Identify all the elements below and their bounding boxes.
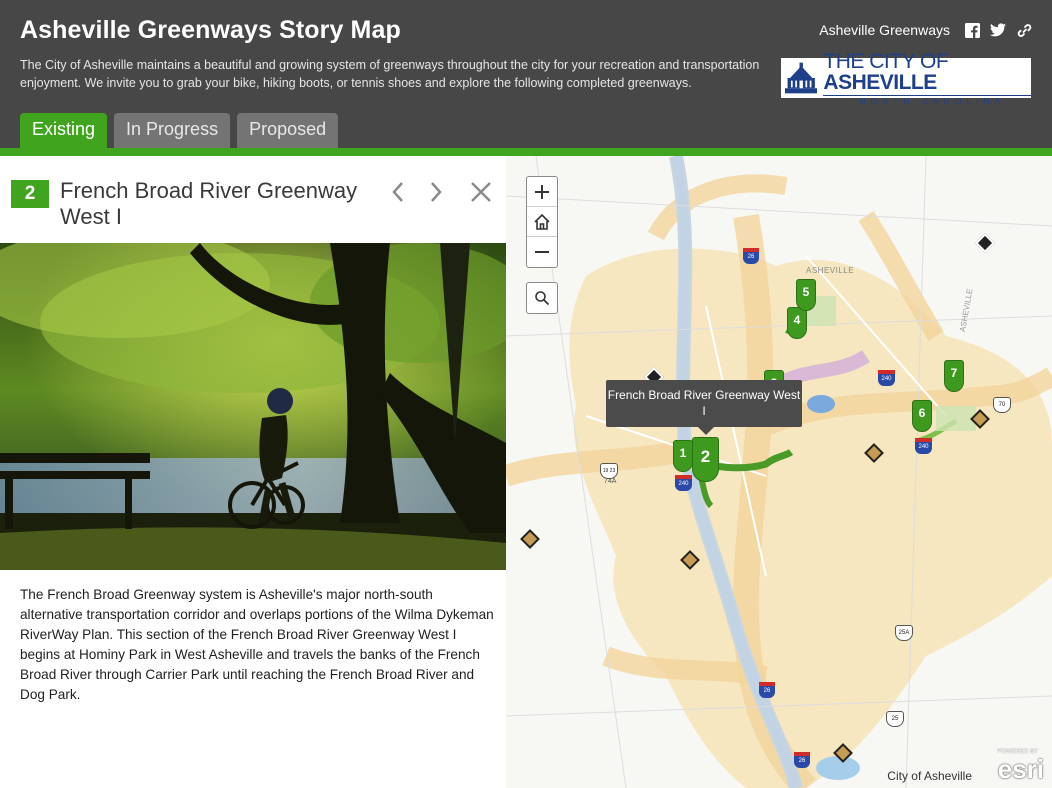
greenway-marker-1[interactable]: 1	[673, 440, 693, 472]
link-icon[interactable]	[1016, 22, 1032, 38]
shield-label: 240	[918, 444, 929, 450]
city-logo[interactable]: THE CITY OF ASHEVILLE NORTH CAROLINA	[781, 51, 1031, 105]
interstate-shield: 26	[794, 752, 810, 768]
map-view[interactable]: ASHEVILLE ASHEVILLE 26 240 240 240 26 26…	[506, 156, 1052, 788]
shield-label: 25	[891, 716, 899, 722]
map-tooltip: French Broad River Greenway West I	[606, 380, 802, 435]
search-icon	[535, 291, 550, 306]
greenway-marker-4[interactable]: 4	[787, 307, 807, 339]
twitter-icon[interactable]	[990, 22, 1006, 38]
previous-button[interactable]	[385, 178, 411, 206]
share-label: Asheville Greenways	[819, 22, 950, 38]
share-bar: Asheville Greenways	[819, 22, 1032, 38]
next-button[interactable]	[423, 178, 449, 206]
shield-label: 25A	[898, 630, 910, 636]
chevron-left-icon	[392, 182, 403, 202]
shield-label: 26	[747, 254, 755, 260]
greenway-number-badge: 2	[11, 180, 49, 208]
esri-logo[interactable]: esri	[998, 756, 1044, 782]
details-panel: 2 French Broad River Greenway West I The…	[0, 156, 506, 788]
logo-wordmark: THE CITY OF ASHEVILLE	[823, 51, 1031, 93]
minus-icon	[535, 251, 549, 253]
marker-label: 4	[793, 313, 801, 327]
basemap	[506, 156, 1052, 788]
shield-label: 70	[998, 402, 1006, 408]
marker-label: 5	[802, 285, 810, 299]
city-hall-icon	[785, 62, 818, 94]
marker-label: 6	[918, 406, 926, 420]
zoom-control	[526, 176, 558, 268]
interstate-shield: 240	[675, 475, 692, 491]
plus-icon	[535, 184, 549, 199]
tab-existing[interactable]: Existing	[20, 113, 108, 148]
shield-label: 19 23	[602, 468, 616, 474]
marker-label: 1	[679, 446, 687, 460]
marker-label: 2	[700, 447, 711, 466]
app-header: Asheville Greenways Story Map The City o…	[0, 0, 1052, 148]
us-route-shield: 19 23	[600, 463, 618, 479]
interstate-shield: 26	[743, 248, 759, 264]
home-icon	[534, 213, 550, 230]
shield-label: 26	[763, 688, 771, 694]
greenway-marker-5[interactable]: 5	[796, 279, 816, 311]
shield-label: 240	[678, 481, 689, 487]
greenway-marker-6[interactable]: 6	[912, 400, 932, 432]
map-city-label: ASHEVILLE	[806, 266, 855, 275]
accent-bar	[0, 148, 1052, 156]
greenway-description: The French Broad Greenway system is Ashe…	[20, 587, 494, 702]
map-attribution: City of Asheville	[887, 769, 972, 783]
us-route-shield: 70	[993, 397, 1011, 413]
close-icon	[471, 182, 491, 202]
zoom-out-button[interactable]	[527, 237, 557, 267]
tab-proposed[interactable]: Proposed	[237, 113, 339, 148]
greenway-marker-7[interactable]: 7	[944, 360, 964, 392]
app-title: Asheville Greenways Story Map	[20, 16, 401, 44]
interstate-shield: 240	[915, 438, 932, 454]
tab-bar: Existing In Progress Proposed	[20, 113, 339, 148]
home-button[interactable]	[527, 207, 557, 237]
us-route-shield: 25A	[895, 625, 913, 641]
logo-prefix: THE CITY OF	[823, 49, 949, 73]
shield-label: 26	[798, 758, 806, 764]
marker-label: 7	[950, 366, 958, 380]
us-route-shield: 25	[886, 711, 904, 727]
chevron-right-icon	[431, 182, 442, 202]
interstate-shield: 26	[759, 682, 775, 698]
shield-label: 240	[881, 376, 892, 382]
zoom-in-button[interactable]	[527, 177, 557, 207]
tab-in-progress[interactable]: In Progress	[114, 113, 231, 148]
greenway-title: French Broad River Greenway West I	[60, 178, 358, 229]
logo-bold: ASHEVILLE	[823, 70, 937, 94]
facebook-icon[interactable]	[964, 22, 980, 38]
exit-label: 74A	[604, 478, 617, 485]
map-search-button[interactable]	[526, 282, 558, 314]
greenway-photo	[0, 243, 506, 570]
logo-subtitle: NORTH CAROLINA	[823, 94, 1031, 106]
app-description: The City of Asheville maintains a beauti…	[20, 58, 760, 90]
greenway-marker-2[interactable]: 2	[692, 437, 719, 482]
close-button[interactable]	[468, 178, 494, 206]
interstate-shield: 240	[878, 370, 895, 386]
